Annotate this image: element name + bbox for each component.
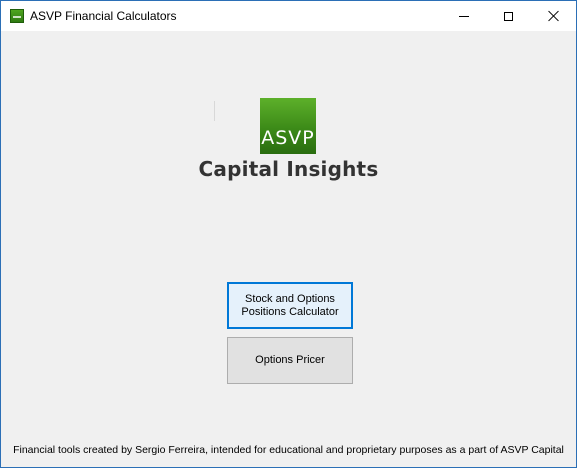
footer-note: Financial tools created by Sergio Ferrei… <box>13 444 564 456</box>
minimize-button[interactable] <box>441 1 486 31</box>
divider <box>214 101 215 121</box>
options-pricer-label: Options Pricer <box>255 354 325 366</box>
stock-options-calculator-label: Stock and Options Positions Calculator <box>241 292 339 318</box>
title-bar[interactable]: ASVP Financial Calculators <box>1 1 576 31</box>
stock-options-calculator-button[interactable]: Stock and Options Positions Calculator <box>227 282 353 329</box>
logo-text: ASVP <box>261 127 315 149</box>
maximize-icon <box>504 11 513 21</box>
main-panel: ASVP Capital Insights Stock and Options … <box>1 31 576 467</box>
window-controls <box>441 1 576 31</box>
app-window: ASVP Financial Calculators ASVP Capital … <box>0 0 577 468</box>
close-button[interactable] <box>531 1 576 31</box>
maximize-button[interactable] <box>486 1 531 31</box>
brand-title: Capital Insights <box>198 157 379 181</box>
close-icon <box>548 10 560 22</box>
app-icon[interactable] <box>10 9 24 23</box>
window-title: ASVP Financial Calculators <box>30 9 177 23</box>
asvp-logo: ASVP <box>260 98 316 154</box>
minimize-icon <box>458 15 469 17</box>
options-pricer-button[interactable]: Options Pricer <box>227 337 353 384</box>
